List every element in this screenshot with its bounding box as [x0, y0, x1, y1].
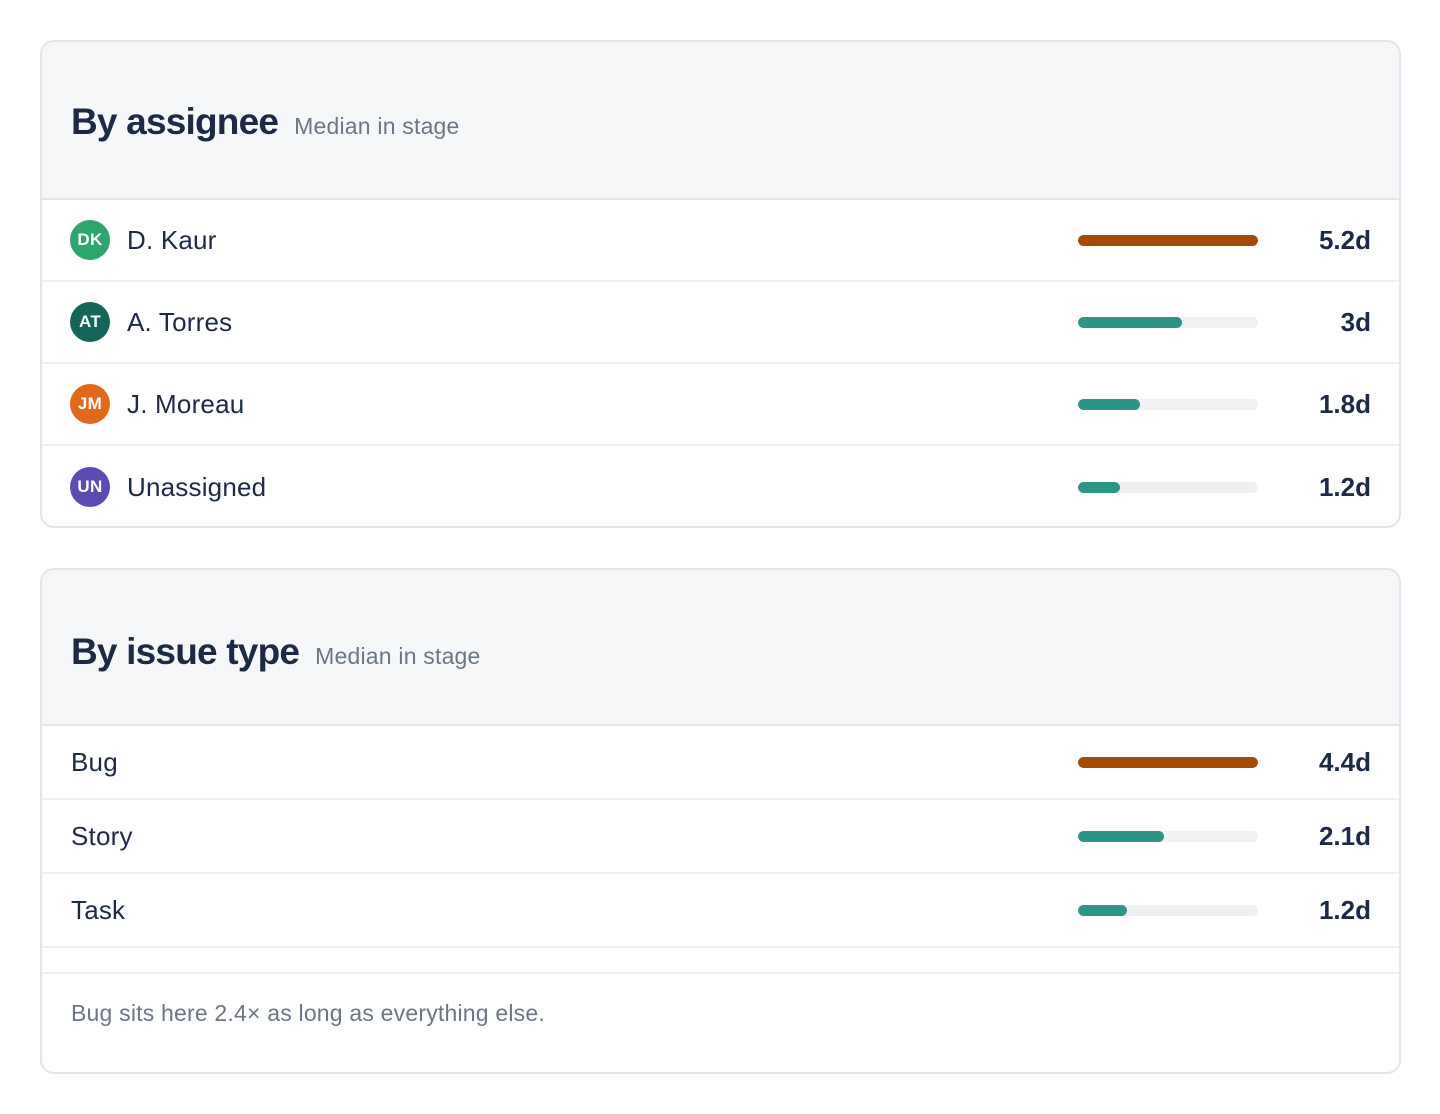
duration-bar-track [1078, 830, 1258, 842]
issue-type-row[interactable]: Story 2.1d [42, 800, 1399, 874]
avatar: UN [70, 467, 110, 507]
issue-type-name: Bug [71, 746, 118, 777]
divider [42, 948, 1399, 974]
issue-type-card: By issue type Median in stage Bug 4.4d S… [40, 568, 1401, 1074]
issue-type-row[interactable]: Bug 4.4d [42, 726, 1399, 800]
card-subtitle: Median in stage [315, 642, 481, 669]
assignee-row[interactable]: AT A. Torres 3d [42, 282, 1399, 364]
duration-bar-track [1078, 756, 1258, 768]
median-value: 1.2d [1318, 894, 1371, 925]
median-value: 1.8d [1318, 388, 1371, 419]
assignee-row[interactable]: JM J. Moreau 1.8d [42, 364, 1399, 446]
avatar: JM [70, 384, 110, 424]
duration-bar-fill [1078, 316, 1182, 328]
median-value: 2.1d [1318, 820, 1371, 851]
duration-bar-track [1078, 398, 1258, 410]
median-value: 1.2d [1318, 471, 1371, 502]
assignee-card-header: By assignee Median in stage [42, 42, 1399, 200]
assignee-name: D. Kaur [127, 224, 217, 255]
avatar: DK [70, 220, 110, 260]
assignee-card: By assignee Median in stage DK D. Kaur 5… [40, 40, 1401, 528]
assignee-name: Unassigned [127, 471, 267, 502]
issue-type-card-header: By issue type Median in stage [42, 570, 1399, 726]
issue-type-row[interactable]: Task 1.2d [42, 874, 1399, 948]
duration-bar-fill [1078, 398, 1141, 410]
assignee-name: A. Torres [127, 306, 233, 337]
assignee-name: J. Moreau [127, 388, 245, 419]
card-title: By issue type [71, 631, 300, 672]
duration-bar-track [1078, 234, 1258, 246]
footnote: Bug sits here 2.4× as long as everything… [71, 1000, 545, 1026]
duration-bar-fill [1078, 830, 1164, 842]
duration-bar-track [1078, 481, 1258, 493]
duration-bar-track [1078, 904, 1258, 916]
median-value: 4.4d [1318, 746, 1371, 777]
duration-bar-fill [1078, 756, 1258, 768]
duration-bar-fill [1078, 234, 1258, 246]
assignee-row[interactable]: DK D. Kaur 5.2d [42, 200, 1399, 282]
duration-bar-track [1078, 316, 1258, 328]
duration-bar-fill [1078, 904, 1128, 916]
issue-type-name: Story [71, 820, 133, 851]
card-subtitle: Median in stage [294, 112, 460, 139]
median-value: 5.2d [1318, 224, 1371, 255]
assignee-row[interactable]: UN Unassigned 1.2d [42, 446, 1399, 526]
duration-bar-fill [1078, 481, 1120, 493]
median-value: 3d [1340, 306, 1371, 337]
card-title: By assignee [71, 101, 279, 142]
avatar: AT [70, 302, 110, 342]
issue-type-name: Task [71, 894, 126, 925]
